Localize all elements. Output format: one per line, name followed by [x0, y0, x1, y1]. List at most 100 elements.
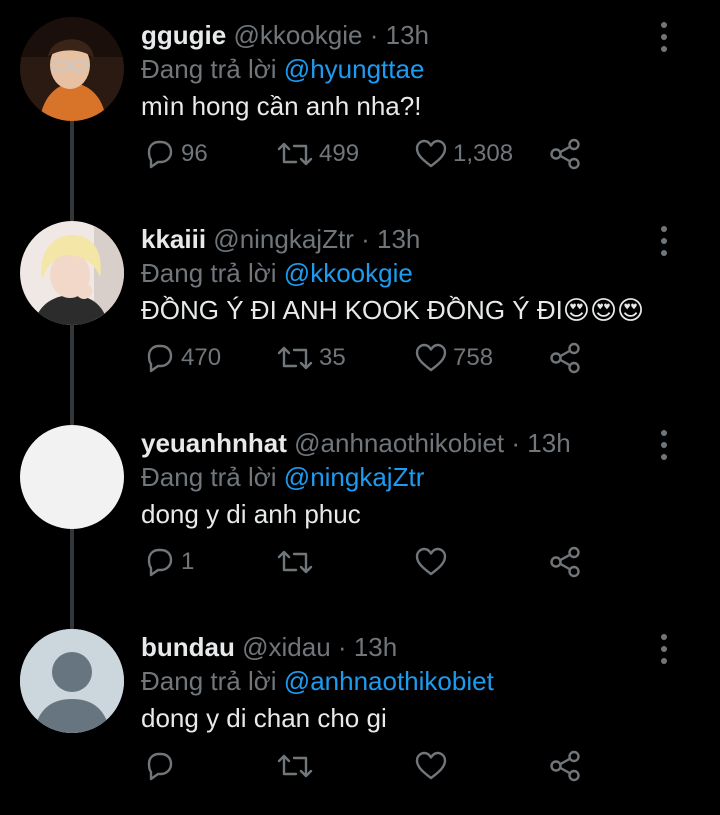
display-name[interactable]: ggugie [141, 20, 226, 50]
share-button[interactable] [547, 340, 583, 376]
share-icon [550, 546, 580, 578]
timestamp[interactable]: 13h [386, 20, 429, 50]
replying-to-label: Đang trả lời [141, 54, 277, 84]
more-vertical-icon[interactable] [660, 634, 668, 664]
tweet-content: ggugie @kkookgie · 13h Đang trả lời @hyu… [141, 18, 656, 124]
tweet-2[interactable]: kkaiii @ningkajZtr · 13h Đang trả lời @k… [0, 204, 720, 408]
handle[interactable]: @kkookgie [233, 20, 362, 50]
replying-to-label: Đang trả lời [141, 258, 277, 288]
retweet-button[interactable]: 499 [275, 136, 359, 172]
like-button[interactable]: 1,308 [413, 136, 513, 172]
replying-to-line: Đang trả lời @hyungttae [141, 52, 656, 86]
like-button[interactable]: 758 [413, 340, 493, 376]
replying-to-label: Đang trả lời [141, 666, 277, 696]
retweet-icon [277, 346, 313, 370]
like-count: 758 [453, 344, 494, 371]
tweet-actions: 1 [141, 544, 601, 580]
tweet-text: dong y di anh phuc [141, 499, 361, 529]
default-avatar-icon [20, 629, 124, 733]
tweet-actions: 96 499 1,308 [141, 136, 601, 172]
like-button[interactable] [413, 748, 453, 784]
avatar[interactable] [20, 425, 124, 529]
tweet-text: dong y di chan cho gi [141, 703, 387, 733]
tweet-4[interactable]: bundau @xidau · 13h Đang trả lời @anhnao… [0, 612, 720, 815]
tweet-header: kkaiii @ningkajZtr · 13h [141, 222, 656, 256]
tweet-header: yeuanhnhat @anhnaothikobiet · 13h [141, 426, 656, 460]
more-vertical-icon[interactable] [660, 226, 668, 256]
share-icon [550, 750, 580, 782]
reply-icon [147, 752, 173, 781]
heart-icon [415, 139, 447, 168]
reply-icon [147, 548, 173, 577]
reply-count: 470 [181, 344, 222, 371]
share-button[interactable] [547, 136, 583, 172]
handle[interactable]: @anhnaothikobiet [294, 428, 504, 458]
reply-count: 96 [181, 140, 208, 167]
more-vertical-icon[interactable] [660, 22, 668, 52]
reply-icon [147, 140, 173, 169]
display-name[interactable]: kkaiii [141, 224, 206, 254]
tweet-content: bundau @xidau · 13h Đang trả lời @anhnao… [141, 630, 656, 736]
reply-icon [147, 344, 173, 373]
heart-icon [415, 751, 447, 780]
display-name[interactable]: bundau [141, 632, 235, 662]
avatar[interactable] [20, 629, 124, 733]
avatar[interactable] [20, 221, 124, 325]
timestamp[interactable]: 13h [354, 632, 397, 662]
retweet-count: 499 [319, 140, 360, 167]
thread-line [70, 204, 74, 221]
tweet-header: ggugie @kkookgie · 13h [141, 18, 656, 52]
retweet-button[interactable] [275, 748, 319, 784]
tweet-text: mìn hong cần anh nha?! [141, 91, 422, 121]
like-button[interactable] [413, 544, 453, 580]
replying-to-line: Đang trả lời @ningkajZtr [141, 460, 656, 494]
retweet-icon [277, 754, 313, 778]
tweet-actions: 470 35 758 [141, 340, 601, 376]
tweet-text: ĐỒNG Ý ĐI ANH KOOK ĐỒNG Ý ĐI😍😍😍 [141, 295, 645, 325]
avatar[interactable] [20, 17, 124, 121]
share-icon [550, 342, 580, 374]
tweet-3[interactable]: yeuanhnhat @anhnaothikobiet · 13h Đang t… [0, 408, 720, 612]
reply-count: 1 [181, 548, 195, 575]
avatar-photo-image [20, 17, 124, 121]
replying-to-line: Đang trả lời @anhnaothikobiet [141, 664, 656, 698]
retweet-icon [277, 550, 313, 574]
tweet-header: bundau @xidau · 13h [141, 630, 656, 664]
share-button[interactable] [547, 544, 583, 580]
mention-link[interactable]: @kkookgie [284, 258, 413, 288]
replying-to-line: Đang trả lời @kkookgie [141, 256, 656, 290]
retweet-button[interactable]: 35 [275, 340, 346, 376]
share-button[interactable] [547, 748, 583, 784]
separator: · [361, 224, 370, 254]
display-name[interactable]: yeuanhnhat [141, 428, 287, 458]
mention-link[interactable]: @ningkajZtr [284, 462, 425, 492]
avatar-photo-image [20, 221, 124, 325]
handle[interactable]: @ningkajZtr [213, 224, 354, 254]
thread-line [70, 612, 74, 629]
timestamp[interactable]: 13h [527, 428, 570, 458]
timestamp[interactable]: 13h [377, 224, 420, 254]
tweet-1[interactable]: ggugie @kkookgie · 13h Đang trả lời @hyu… [0, 0, 720, 204]
retweet-button[interactable] [275, 544, 319, 580]
heart-icon [415, 343, 447, 372]
reply-button[interactable] [141, 748, 181, 784]
retweet-count: 35 [319, 344, 346, 371]
thread-line [70, 408, 74, 425]
heart-icon [415, 547, 447, 576]
handle[interactable]: @xidau [242, 632, 331, 662]
replying-to-label: Đang trả lời [141, 462, 277, 492]
like-count: 1,308 [453, 140, 514, 167]
separator: · [337, 632, 347, 662]
reply-button[interactable]: 470 [141, 340, 221, 376]
tweet-content: yeuanhnhat @anhnaothikobiet · 13h Đang t… [141, 426, 656, 532]
reply-button[interactable]: 1 [141, 544, 194, 580]
tweet-content: kkaiii @ningkajZtr · 13h Đang trả lời @k… [141, 222, 656, 328]
mention-link[interactable]: @hyungttae [284, 54, 425, 84]
more-vertical-icon[interactable] [660, 430, 668, 460]
thread-line [70, 121, 74, 204]
separator: · [511, 428, 521, 458]
reply-button[interactable]: 96 [141, 136, 208, 172]
thread-line [70, 325, 74, 408]
thread-line [70, 529, 74, 612]
mention-link[interactable]: @anhnaothikobiet [284, 666, 494, 696]
